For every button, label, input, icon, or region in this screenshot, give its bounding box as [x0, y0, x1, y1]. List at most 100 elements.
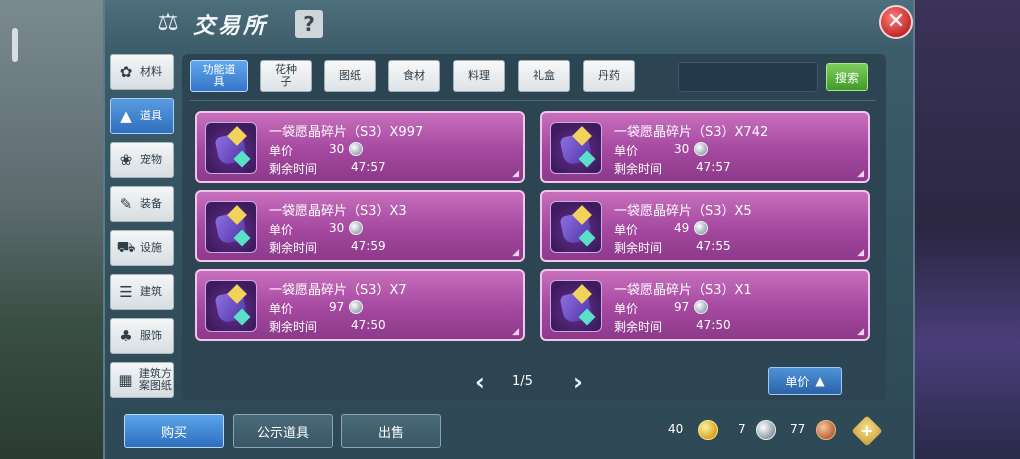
bronze-coin-icon [816, 420, 836, 440]
tab-label: 图纸 [339, 69, 361, 82]
time-label: 剩余时间 [269, 162, 318, 176]
previous-page-button[interactable]: ‹ [470, 370, 490, 394]
sidebar-item-label: 建筑 [140, 285, 162, 298]
sidebar-item-label: 道具 [140, 109, 162, 122]
price-label: 单价 [614, 144, 639, 158]
price-label: 单价 [269, 223, 294, 237]
listing-card[interactable]: 一袋愿晶碎片（S3）X5 单价 49 剩余时间 47:55 ◢ [540, 190, 870, 262]
tab-pills[interactable]: 丹药 [583, 60, 635, 92]
sort-label: 单价 [785, 374, 810, 389]
listing-card[interactable]: 一袋愿晶碎片（S3）X997 单价 30 剩余时间 47:57 ◢ [195, 111, 525, 183]
search-button[interactable]: 搜索 [826, 63, 868, 91]
sidebar-item-building[interactable]: ☰ 建筑 [110, 274, 174, 310]
time-remaining: 47:50 [696, 318, 731, 332]
corner-mark-icon: ◢ [857, 248, 864, 258]
silver-coin-icon [694, 300, 708, 314]
building-icon: ☰ [119, 283, 133, 301]
pet-icon: ❀ [119, 151, 133, 169]
tab-ingredients[interactable]: 食材 [388, 60, 440, 92]
item-name: 一袋愿晶碎片（S3）X742 [614, 125, 769, 140]
crystal-bag-icon [205, 122, 257, 174]
price-value: 30 [674, 142, 690, 156]
tab-cuisine[interactable]: 料理 [453, 60, 505, 92]
divider [190, 100, 876, 101]
price-label: 单价 [269, 302, 294, 316]
gold-amount: 40 [668, 422, 684, 436]
clothing-icon: ♣ [119, 327, 133, 345]
listing-card[interactable]: 一袋愿晶碎片（S3）X1 单价 97 剩余时间 47:50 ◢ [540, 269, 870, 341]
price-label: 单价 [614, 223, 639, 237]
facility-icon: ⛟ [116, 238, 136, 256]
listing-card[interactable]: 一袋愿晶碎片（S3）X3 单价 30 剩余时间 47:59 ◢ [195, 190, 525, 262]
sidebar-item-label: 宠物 [140, 153, 162, 166]
item-name: 一袋愿晶碎片（S3）X3 [269, 204, 407, 219]
tab-gift-box[interactable]: 礼盒 [518, 60, 570, 92]
price-value: 30 [329, 142, 345, 156]
equipment-icon: ✎ [119, 195, 133, 213]
corner-mark-icon: ◢ [512, 248, 519, 258]
public-items-button[interactable]: 公示道具 [233, 414, 333, 448]
tab-functional-items[interactable]: 功能道具 [190, 60, 248, 92]
tab-flower-seeds[interactable]: 花种子 [260, 60, 312, 92]
background-left-scene [0, 0, 110, 459]
sidebar-item-equipment[interactable]: ✎ 装备 [110, 186, 174, 222]
crystal-bag-icon [550, 280, 602, 332]
item-name: 一袋愿晶碎片（S3）X997 [269, 125, 424, 140]
time-remaining: 47:57 [351, 160, 386, 174]
corner-mark-icon: ◢ [512, 169, 519, 179]
help-button[interactable]: ? [295, 10, 323, 38]
crystal-bag-icon [550, 122, 602, 174]
item-name: 一袋愿晶碎片（S3）X7 [269, 283, 407, 298]
tab-label: 功能道具 [202, 63, 236, 88]
item-name: 一袋愿晶碎片（S3）X5 [614, 204, 752, 219]
sidebar-item-items[interactable]: ▲ 道具 [110, 98, 174, 134]
crystal-bag-icon [205, 201, 257, 253]
page-indicator: 1/5 [512, 374, 533, 389]
title-bar: ⚖ 交易所 ? [105, 0, 913, 48]
sidebar-item-label: 装备 [140, 197, 162, 210]
silver-coin-icon [694, 221, 708, 235]
sidebar-item-pets[interactable]: ❀ 宠物 [110, 142, 174, 178]
tab-label: 礼盒 [533, 69, 555, 82]
corner-mark-icon: ◢ [857, 327, 864, 337]
buy-button[interactable]: 购买 [124, 414, 224, 448]
listing-card[interactable]: 一袋愿晶碎片（S3）X7 单价 97 剩余时间 47:50 ◢ [195, 269, 525, 341]
side-scroll-handle[interactable] [12, 28, 18, 62]
price-label: 单价 [614, 302, 639, 316]
bronze-amount: 77 [790, 422, 806, 436]
sidebar-item-facility[interactable]: ⛟ 设施 [110, 230, 174, 266]
crystal-bag-icon [550, 201, 602, 253]
blueprint-icon: ▦ [118, 371, 133, 389]
tab-label: 食材 [403, 69, 425, 82]
time-remaining: 47:50 [351, 318, 386, 332]
tab-label: 丹药 [598, 69, 620, 82]
sidebar-item-clothing[interactable]: ♣ 服饰 [110, 318, 174, 354]
time-remaining: 47:55 [696, 239, 731, 253]
sidebar-item-label: 设施 [140, 241, 162, 254]
silver-coin-icon [349, 300, 363, 314]
time-label: 剩余时间 [614, 162, 663, 176]
sidebar-item-label: 服饰 [140, 329, 162, 342]
next-page-button[interactable]: › [568, 370, 588, 394]
item-name: 一袋愿晶碎片（S3）X1 [614, 283, 752, 298]
sidebar-item-label: 建筑方案图纸 [138, 367, 172, 392]
search-input[interactable] [678, 62, 818, 92]
listing-card[interactable]: 一袋愿晶碎片（S3）X742 单价 30 剩余时间 47:57 ◢ [540, 111, 870, 183]
silver-coin-icon [349, 142, 363, 156]
silver-coin-icon [756, 420, 776, 440]
price-value: 97 [674, 300, 690, 314]
close-button[interactable]: ✕ [879, 5, 913, 39]
time-remaining: 47:59 [351, 239, 386, 253]
time-label: 剩余时间 [614, 241, 663, 255]
sell-button[interactable]: 出售 [341, 414, 441, 448]
sidebar-item-blueprint[interactable]: ▦ 建筑方案图纸 [110, 362, 174, 398]
sort-by-price-button[interactable]: 单价 ▲ [768, 367, 842, 395]
item-icon: ▲ [120, 107, 132, 125]
tab-blueprints[interactable]: 图纸 [324, 60, 376, 92]
tab-label: 花种子 [275, 63, 297, 88]
background-right-scene [910, 0, 1020, 459]
sidebar-item-materials[interactable]: ✿ 材料 [110, 54, 174, 90]
price-label: 单价 [269, 144, 294, 158]
time-label: 剩余时间 [269, 241, 318, 255]
silver-coin-icon [349, 221, 363, 235]
